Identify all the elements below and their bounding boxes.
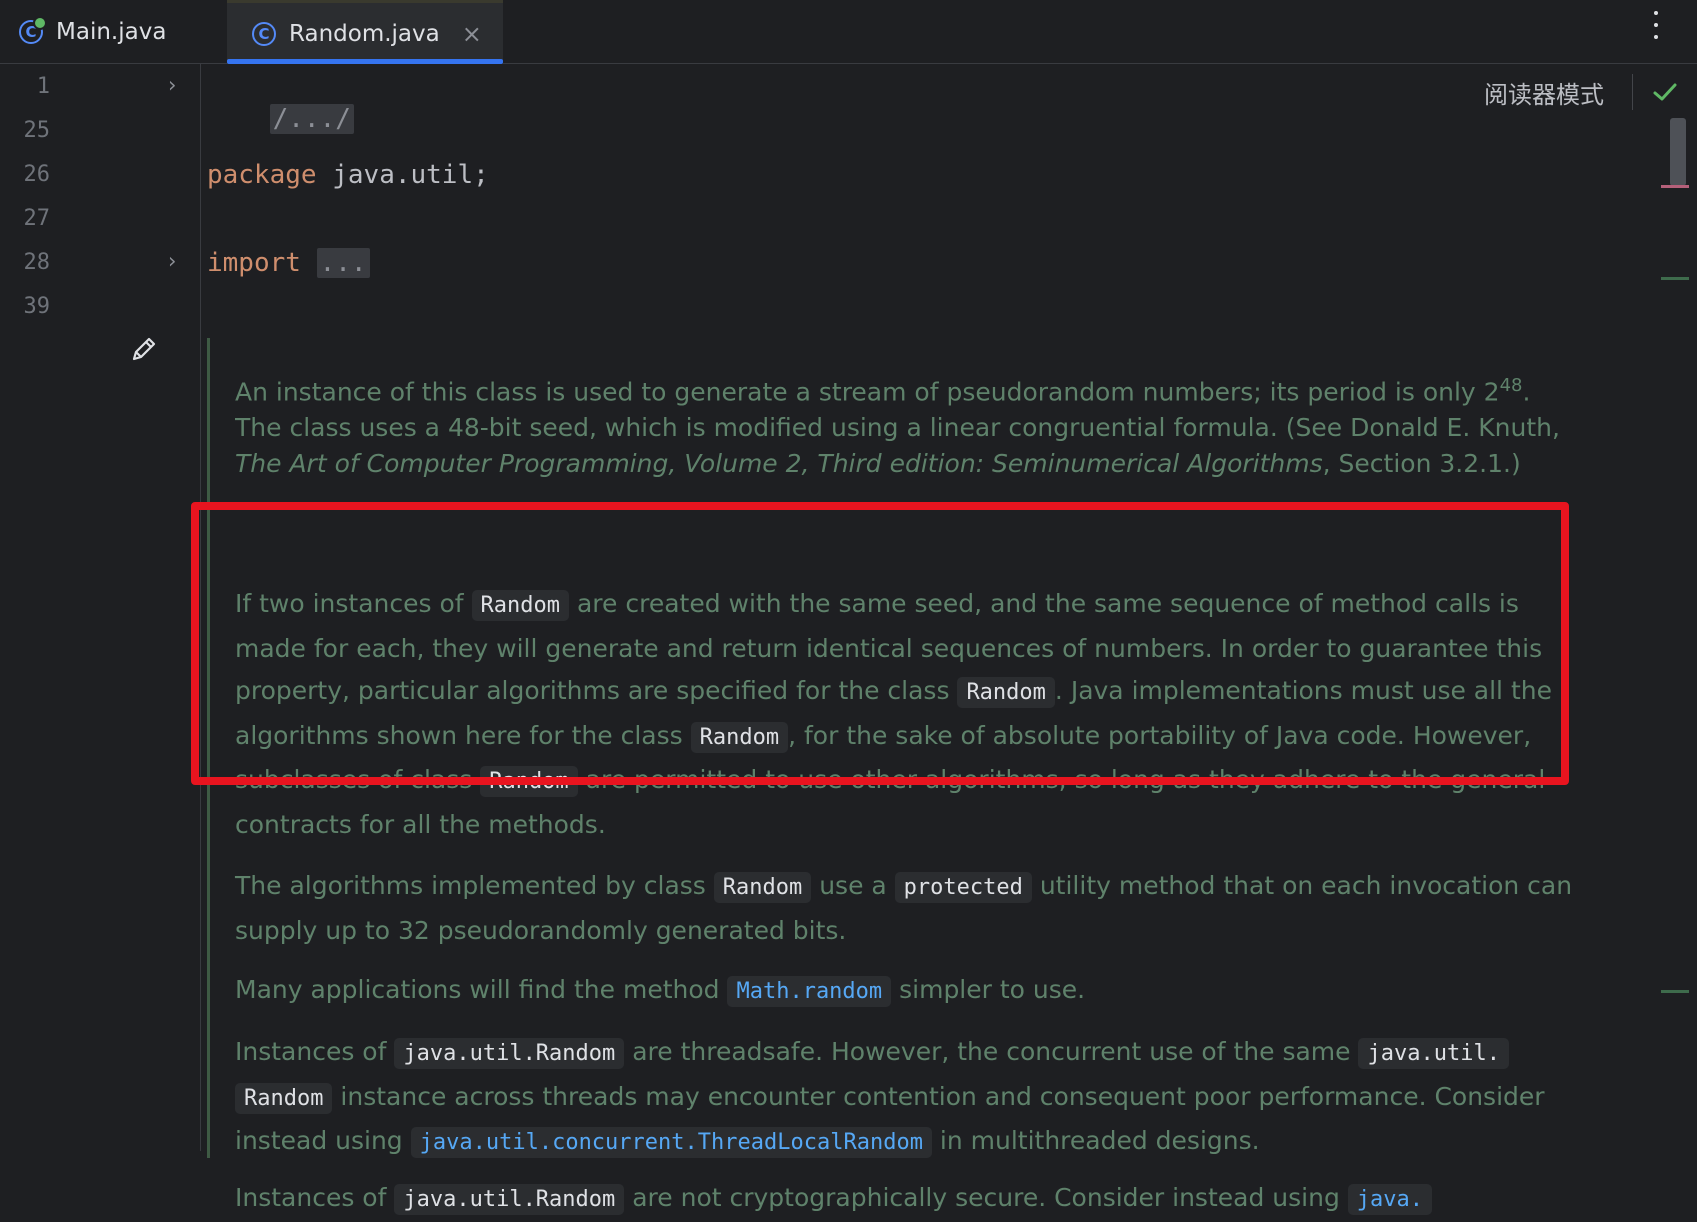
close-icon[interactable]: × bbox=[462, 20, 482, 48]
doc-paragraph: Instances of java.util.Random are not cr… bbox=[235, 1177, 1432, 1222]
doc-superscript: 48 bbox=[1499, 375, 1523, 396]
doc-text: are not cryptographically secure. Consid… bbox=[624, 1183, 1348, 1212]
inline-code: Random bbox=[235, 1082, 333, 1114]
doc-text: Instances of bbox=[235, 1037, 395, 1066]
inline-code: java.util.Random bbox=[394, 1038, 625, 1069]
tab-label: Main.java bbox=[56, 19, 167, 45]
line-number: 27 bbox=[23, 206, 51, 231]
code-editor[interactable]: /.../ package java.util; import ... 阅读器模… bbox=[202, 64, 1677, 1215]
reader-mode-toggle[interactable]: 阅读器模式 bbox=[1484, 75, 1604, 110]
doc-paragraph: Instances of java.util.Random are thread… bbox=[235, 1031, 1580, 1165]
line-number: 26 bbox=[23, 162, 51, 187]
tab-main-java[interactable]: C Main.java bbox=[19, 0, 166, 64]
inline-code: Random bbox=[690, 721, 789, 753]
tab-label: Random.java bbox=[289, 20, 440, 47]
code-line-package: package java.util; bbox=[207, 160, 489, 190]
doc-book-title: The Art of Computer Programming, Volume … bbox=[235, 449, 1323, 479]
inline-code: java.util. bbox=[1358, 1038, 1509, 1069]
tab-random-java[interactable]: C Random.java × bbox=[227, 0, 503, 64]
divider bbox=[1632, 74, 1633, 110]
editor-tab-bar: C Main.java C Random.java × bbox=[0, 0, 1697, 64]
editor-gutter: 1 25 26 27 28 39 › › bbox=[0, 64, 201, 1151]
scroll-marker bbox=[1661, 277, 1689, 280]
doc-link[interactable]: java.util.concurrent.ThreadLocalRandom bbox=[410, 1127, 932, 1158]
package-name: java.util; bbox=[316, 160, 489, 190]
inline-code: java.util.Random bbox=[394, 1184, 625, 1215]
doc-paragraph: Many applications will find the method M… bbox=[235, 969, 1085, 1014]
doc-comment-bar bbox=[207, 338, 210, 1158]
code-line-import: import ... bbox=[207, 248, 370, 278]
edit-pencil-icon[interactable] bbox=[128, 333, 160, 365]
inline-code: Random bbox=[480, 766, 578, 797]
doc-link[interactable]: Math.random bbox=[727, 976, 892, 1007]
fold-expand-icon[interactable]: › bbox=[168, 249, 176, 273]
inline-code: Random bbox=[713, 872, 812, 903]
inline-code: Random bbox=[471, 590, 570, 621]
doc-text: If two instances of bbox=[235, 589, 472, 618]
keyword-import: import bbox=[207, 248, 301, 278]
doc-text: Instances of bbox=[235, 1183, 395, 1212]
doc-text: are threadsafe. However, the concurrent … bbox=[624, 1037, 1359, 1066]
java-class-icon: C bbox=[252, 21, 276, 46]
line-number: 28 bbox=[23, 250, 51, 275]
check-icon[interactable] bbox=[1652, 80, 1678, 104]
line-number: 1 bbox=[36, 74, 50, 99]
doc-text: , Section 3.2.1.) bbox=[1322, 449, 1521, 479]
folded-region[interactable]: /.../ bbox=[269, 104, 354, 134]
doc-text: The algorithms implemented by class bbox=[235, 871, 714, 900]
doc-text: Many applications will find the method bbox=[235, 975, 728, 1004]
scroll-marker bbox=[1661, 185, 1689, 188]
inline-code: protected bbox=[894, 872, 1032, 903]
doc-paragraph: An instance of this class is used to gen… bbox=[235, 368, 1580, 512]
fold-expand-icon[interactable]: › bbox=[168, 73, 176, 97]
scrollbar-thumb[interactable] bbox=[1670, 118, 1686, 186]
folded-imports[interactable]: ... bbox=[316, 248, 370, 278]
doc-text: simpler to use. bbox=[891, 975, 1086, 1004]
inline-code: Random bbox=[957, 677, 1055, 708]
line-number: 39 bbox=[23, 294, 51, 319]
doc-text: An instance of this class is used to gen… bbox=[235, 377, 1500, 407]
rendered-javadoc: An instance of this class is used to gen… bbox=[235, 368, 1580, 1215]
doc-text: use a bbox=[811, 871, 895, 900]
line-number: 25 bbox=[23, 118, 51, 143]
doc-link[interactable]: java. bbox=[1347, 1184, 1432, 1215]
more-options-icon[interactable] bbox=[1653, 11, 1659, 39]
scroll-marker bbox=[1661, 990, 1689, 993]
doc-paragraph: If two instances of Random are created w… bbox=[235, 583, 1580, 846]
java-class-icon: C bbox=[19, 16, 47, 44]
code-line-folded-header: /.../ bbox=[207, 74, 354, 164]
doc-paragraph: The algorithms implemented by class Rand… bbox=[235, 865, 1580, 952]
keyword-package: package bbox=[207, 160, 317, 190]
